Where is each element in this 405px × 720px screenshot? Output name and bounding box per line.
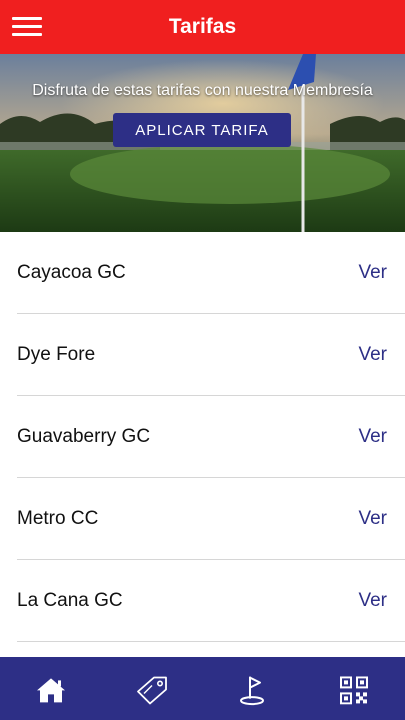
- tab-home[interactable]: [0, 657, 101, 720]
- home-icon: [36, 677, 65, 702]
- view-link[interactable]: Ver: [358, 232, 387, 314]
- app-header: Tarifas: [0, 0, 405, 54]
- list-item[interactable]: Dye Fore Ver: [17, 314, 405, 396]
- list-item[interactable]: Guavaberry GC Ver: [17, 396, 405, 478]
- view-link[interactable]: Ver: [358, 314, 387, 396]
- tab-courses[interactable]: [202, 657, 303, 720]
- course-name: Dye Fore: [17, 344, 96, 365]
- view-link[interactable]: Ver: [358, 396, 387, 478]
- list-item[interactable]: Cayacoa GC Ver: [17, 232, 405, 314]
- qr-code-icon: [339, 675, 368, 704]
- course-name: Metro CC: [17, 508, 99, 529]
- hero-banner: Disfruta de estas tarifas con nuestra Me…: [0, 54, 405, 232]
- tag-icon: [136, 676, 167, 704]
- view-link[interactable]: Ver: [358, 560, 387, 642]
- course-name: Cayacoa GC: [17, 262, 126, 283]
- list-item[interactable]: La Cana GC Ver: [17, 560, 405, 642]
- apply-rate-button[interactable]: APLICAR TARIFA: [113, 113, 291, 147]
- tab-rates[interactable]: [101, 657, 202, 720]
- tab-qr[interactable]: [303, 657, 404, 720]
- course-name: La Cana GC: [17, 590, 123, 611]
- course-name: Guavaberry GC: [17, 426, 151, 447]
- page-title: Tarifas: [168, 15, 237, 38]
- bottom-tab-bar: [0, 657, 405, 720]
- membership-promo-text: Disfruta de estas tarifas con nuestra Me…: [32, 82, 373, 99]
- course-list: Cayacoa GC Ver Dye Fore Ver Guavaberry G…: [0, 232, 405, 642]
- list-item[interactable]: Metro CC Ver: [17, 478, 405, 560]
- view-link[interactable]: Ver: [358, 478, 387, 560]
- golf-flag-icon: [239, 676, 264, 705]
